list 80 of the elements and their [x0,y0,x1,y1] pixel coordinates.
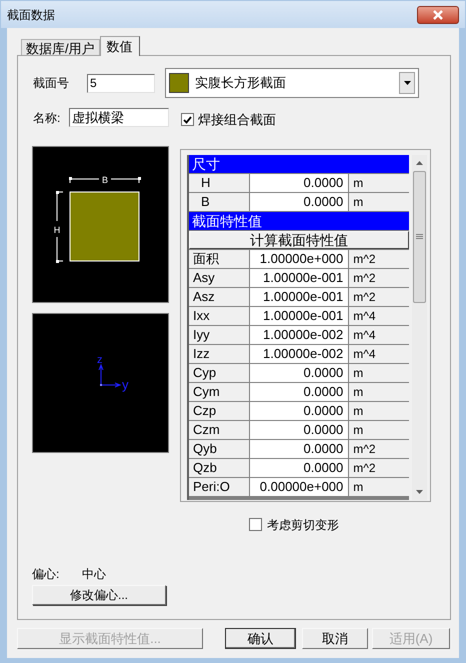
table-cell: m^4 [349,306,409,324]
table-cell: Asz [189,288,249,306]
table-cell: m^2 [349,288,409,306]
table-cell: 0.0000 [250,364,348,382]
axis-label: y [122,376,128,392]
table-cell: 1.00000e-001 [250,268,348,286]
table-cell: Izz [189,344,249,362]
table-cell: m [349,364,409,382]
tab[interactable]: 数值 [100,36,140,56]
scroll-down-icon[interactable] [416,490,423,494]
grip-icon [416,234,423,240]
section-type-dropdown[interactable]: 实腹长方形截面 [165,68,419,98]
calculate-button[interactable]: 计算截面特性值 [189,230,409,248]
offset-label: 偏心: [32,566,60,582]
table-cell: m^4 [349,326,409,344]
table-cell: 面积 [189,250,249,268]
table-cell: Qzb [189,458,249,476]
section-rectangle [70,191,140,261]
table-cell: 1.00000e+000 [250,250,348,268]
table-cell: Peri:O [189,478,249,496]
tab[interactable]: 数据库/用户 [21,39,100,56]
table-cell: m [349,192,409,210]
width-dimension-line [69,176,141,183]
table-cell: m [349,478,409,496]
table-cell: Cyp [189,364,249,382]
table-cell: Czp [189,402,249,420]
table-cell: 0.00000e+000 [250,478,348,496]
table-cell: m [349,420,409,438]
table-cell: m^4 [349,344,409,362]
window-title: 截面数据 [7,6,55,24]
checkbox[interactable] [249,518,262,531]
scroll-up-icon[interactable] [416,160,423,164]
table-cell: 0.0000 [250,440,348,458]
table-cell: 0.0000 [250,402,348,420]
modify-offset-button[interactable]: 修改偏心... [32,584,166,604]
table-cell: m [349,402,409,420]
table-cell: m [349,382,409,400]
section-header[interactable]: 截面特性值 [189,212,409,230]
table-cell: 0.0000 [250,458,348,476]
table-cell: Cym [189,382,249,400]
table-cell: 0.0000 [250,382,348,400]
table-cell: m^2 [349,250,409,268]
table-cell: Ixx [189,306,249,324]
table-cell: Iyy [189,326,249,344]
table-cell: 0.0000 [250,420,348,438]
dimension-label: B [102,174,108,184]
checkbox-label: 焊接组合截面 [198,111,276,129]
table-cell: m^2 [349,458,409,476]
section-number-field[interactable]: 5 [87,74,155,92]
axis-label: z [97,354,102,366]
dialog-button[interactable]: 取消 [302,628,368,649]
table-cell: 1.00000e-002 [250,326,348,344]
close-button[interactable] [417,6,459,24]
axes-icon [98,363,122,387]
section-number-label: 截面号 [33,75,70,92]
checkbox-label: 考虑剪切变形 [267,516,339,534]
table-cell: m [349,174,409,192]
name-label: 名称: [33,110,62,127]
table-cell: Czm [189,420,249,438]
table-cell: Qyb [189,440,249,458]
table-cell: 0.0000 [250,192,348,210]
table-cell: m^2 [349,440,409,458]
close-icon [432,10,444,20]
table-cell: 1.00000e-001 [250,288,348,306]
table-cell: 0.0000 [250,174,348,192]
table-cell: B [189,192,249,210]
table-cell: Asy [189,268,249,286]
dimension-label: H [54,224,60,234]
table-cell: 1.00000e-002 [250,344,348,362]
checkbox[interactable] [181,113,194,126]
dialog-button[interactable]: 确认 [225,628,296,649]
scrollbar[interactable] [412,154,427,500]
offset-value: 中心 [82,566,106,582]
table-cell: H [189,174,249,192]
name-field[interactable]: 虚拟横梁 [69,108,169,128]
section-color-swatch [169,73,189,93]
table-cell: m^2 [349,268,409,286]
height-dimension-line [56,190,64,262]
table-cell: 1.00000e-001 [250,306,348,324]
section-header[interactable]: 尺寸 [189,154,409,172]
